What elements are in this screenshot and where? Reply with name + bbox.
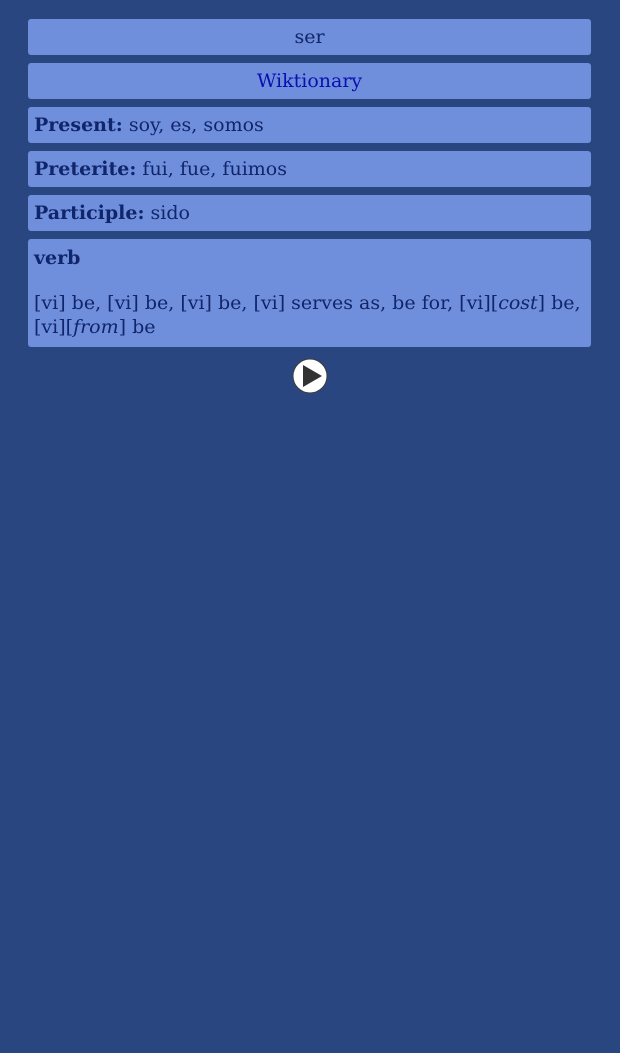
present-label: Present: [34, 114, 123, 136]
participle-label: Participle: [34, 202, 145, 224]
headword: ser [28, 19, 591, 55]
preterite-forms: fui, fue, fuimos [142, 158, 287, 180]
definition-note-from: from [73, 316, 119, 338]
participle-row: Participle: sido [28, 195, 591, 231]
definition-segment: ] be [118, 316, 156, 338]
definition-text: [vi] be, [vi] be, [vi] be, [vi] serves a… [34, 291, 585, 339]
participle-forms: sido [150, 202, 190, 224]
present-forms: soy, es, somos [128, 114, 264, 136]
preterite-row: Preterite: fui, fue, fuimos [28, 151, 591, 187]
part-of-speech: verb [34, 247, 81, 269]
play-icon [292, 358, 328, 394]
wiktionary-link[interactable]: Wiktionary [28, 63, 591, 99]
play-audio-button[interactable] [292, 358, 328, 394]
present-row: Present: soy, es, somos [28, 107, 591, 143]
preterite-label: Preterite: [34, 158, 137, 180]
definition-note-cost: cost [498, 292, 538, 314]
definition-segment: [vi] be, [vi] be, [vi] be, [vi] serves a… [34, 292, 499, 314]
dictionary-entry: ser Wiktionary Present: soy, es, somos P… [28, 19, 591, 355]
definitions-card: verb [vi] be, [vi] be, [vi] be, [vi] ser… [28, 239, 591, 347]
